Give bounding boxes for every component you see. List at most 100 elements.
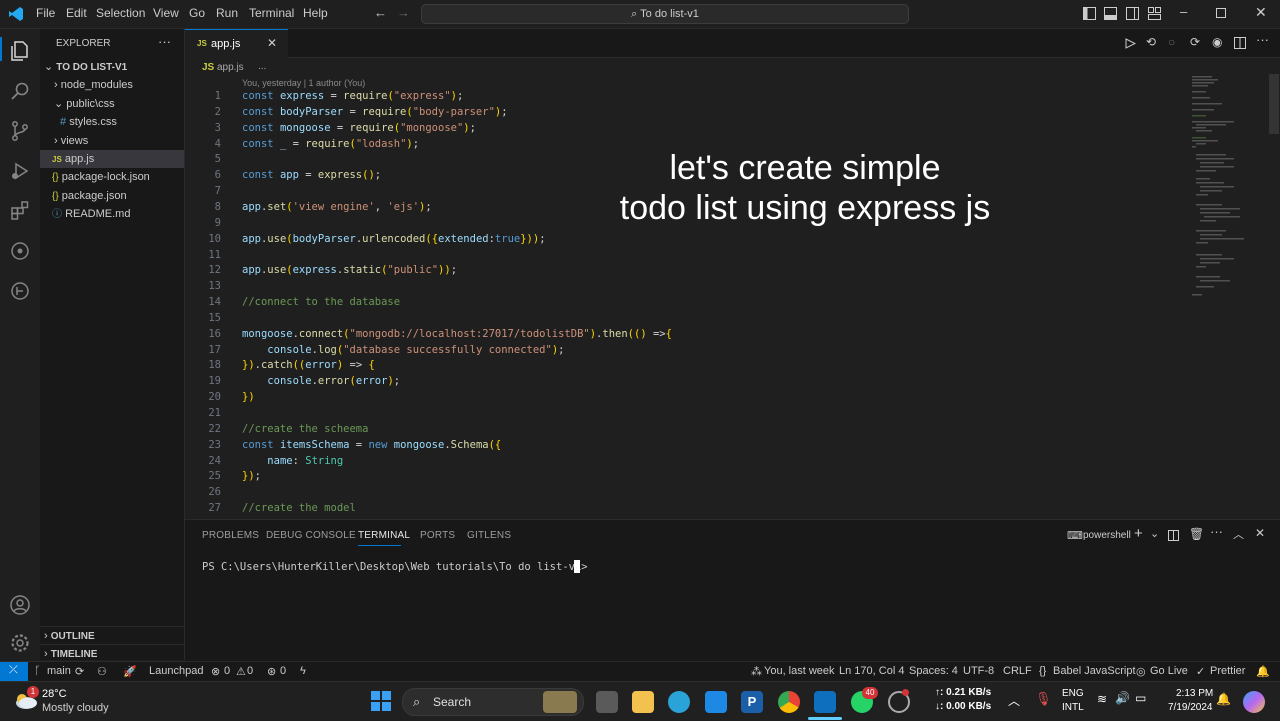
sync-icon[interactable]: ⟳ (75, 665, 84, 678)
menu-terminal[interactable]: Terminal (249, 6, 294, 20)
git-graph-icon[interactable] (8, 279, 32, 303)
menu-selection[interactable]: Selection (96, 6, 145, 20)
wifi-icon[interactable]: ≋ (1097, 692, 1107, 706)
breadcrumb-more[interactable]: ... (258, 61, 266, 72)
code-line[interactable]: }) (242, 391, 255, 403)
taskbar-search-box[interactable]: ⌕ Search (402, 688, 584, 716)
code-line[interactable]: app.use(bodyParser.urlencoded({extended:… (242, 233, 546, 245)
code-editor[interactable]: JS app.js ... You, yesterday | 1 author … (185, 58, 1280, 518)
windows-start-icon[interactable] (371, 691, 391, 711)
indentation[interactable]: Spaces: 4 (909, 665, 958, 677)
code-line[interactable]: app.use(express.static("public")); (242, 264, 457, 276)
code-line[interactable]: const mongoose = require("mongoose"); (242, 122, 476, 134)
tab-app-js[interactable]: JS app.js ✕ (185, 29, 288, 58)
blame[interactable]: You, last week (764, 665, 835, 677)
gitlens-icon[interactable]: ⚇ (97, 665, 107, 678)
outline-section[interactable]: › OUTLINE (40, 626, 184, 645)
vscode-logo-icon[interactable] (8, 6, 24, 22)
code-line[interactable]: const itemsSchema = new mongoose.Schema(… (242, 439, 501, 451)
code-line[interactable]: mongoose.connect("mongodb://localhost:27… (242, 328, 672, 340)
minimap[interactable] (1190, 74, 1260, 304)
explorer-files-icon[interactable] (8, 39, 32, 63)
code-line[interactable]: //create the scheema (242, 423, 368, 435)
close-window-icon[interactable]: ✕ (1255, 4, 1267, 21)
tab-ports[interactable]: PORTS (420, 530, 455, 541)
codelens-blame[interactable]: You, yesterday | 1 author (You) (242, 78, 365, 88)
toggle-secondary-sidebar-icon[interactable] (1126, 7, 1139, 20)
split-editor-icon[interactable] (1234, 37, 1246, 49)
prettier[interactable]: Prettier (1210, 665, 1245, 677)
run-icon[interactable] (1125, 38, 1136, 49)
tab-problems[interactable]: PROBLEMS (202, 530, 259, 541)
tree-item-package-lock[interactable]: {} package-lock.json (40, 168, 184, 186)
go-live-icon[interactable]: ◉ (1212, 35, 1222, 49)
gitlens-icon[interactable] (8, 239, 32, 263)
circle-icon[interactable]: ○ (1168, 35, 1175, 49)
close-panel-icon[interactable]: ✕ (1255, 526, 1265, 540)
menu-run[interactable]: Run (216, 6, 238, 20)
open-changes-icon[interactable]: ⟲ (1146, 35, 1156, 49)
chevron-down-icon[interactable]: ⌄ (1150, 527, 1159, 540)
battery-icon[interactable]: ▭ (1135, 691, 1146, 705)
split-terminal-icon[interactable] (1168, 530, 1179, 541)
copilot-icon[interactable] (1243, 691, 1265, 713)
tree-item-package-json[interactable]: {} package.json (40, 187, 184, 205)
vscode-taskbar-icon[interactable] (814, 691, 836, 713)
task-view-icon[interactable] (596, 691, 618, 713)
close-tab-icon[interactable]: ✕ (267, 36, 277, 50)
volume-icon[interactable]: 🔊 (1115, 691, 1130, 705)
code-line[interactable]: //create the model (242, 502, 356, 514)
code-line[interactable]: }).catch((error) => { (242, 359, 375, 371)
weather-temp[interactable]: 28°C (42, 688, 67, 700)
tree-item-styles-css[interactable]: # styles.css (40, 113, 184, 131)
toggle-panel-icon[interactable] (1104, 7, 1117, 20)
code-line[interactable]: console.log("database successfully conne… (242, 344, 564, 356)
lightning-icon[interactable]: ϟ (300, 665, 306, 677)
warning-count[interactable]: 0 (247, 665, 253, 677)
microphone-icon[interactable]: 🎙 (1035, 691, 1052, 707)
error-count[interactable]: 0 (224, 665, 230, 677)
menu-help[interactable]: Help (303, 6, 328, 20)
explorer-more-icon[interactable]: ··· (158, 34, 171, 49)
tab-debug-console[interactable]: DEBUG CONSOLE (266, 530, 356, 541)
code-line[interactable]: const bodyParser = require("body-parser"… (242, 106, 508, 118)
language-mode[interactable]: Babel JavaScript (1053, 665, 1136, 677)
run-debug-icon[interactable] (8, 159, 32, 183)
code-line[interactable]: name: String (242, 455, 343, 467)
go-live[interactable]: Go Live (1150, 665, 1188, 677)
code-line[interactable]: console.error(error); (242, 375, 400, 387)
remote-indicator[interactable]: ⤫ (0, 662, 28, 682)
code-line[interactable]: app.set('view engine', 'ejs'); (242, 201, 432, 213)
menu-edit[interactable]: Edit (66, 6, 87, 20)
tab-gitlens[interactable]: GITLENS (467, 530, 511, 541)
code-line[interactable]: const express = require("express"); (242, 90, 463, 102)
notification-bell-icon[interactable]: 🔔 (1216, 692, 1231, 706)
file-explorer-icon[interactable] (632, 691, 654, 713)
menu-view[interactable]: View (153, 6, 179, 20)
menu-file[interactable]: File (36, 6, 55, 20)
chevron-up-icon[interactable]: ︿ (1008, 692, 1020, 709)
minimize-icon[interactable]: – (1180, 4, 1187, 19)
search-icon[interactable] (8, 79, 32, 103)
more-actions-icon[interactable]: ··· (1256, 32, 1269, 47)
chrome-icon[interactable] (778, 691, 800, 713)
powershell-app-icon[interactable]: P (741, 691, 763, 713)
accounts-icon[interactable] (8, 593, 32, 617)
extensions-icon[interactable] (8, 199, 32, 223)
ports-count[interactable]: 0 (280, 665, 286, 677)
trash-icon[interactable]: 🗑 (1189, 527, 1204, 541)
code-line[interactable]: //connect to the database (242, 296, 400, 308)
encoding[interactable]: UTF-8 (963, 665, 994, 677)
code-line[interactable]: const app = express(); (242, 169, 381, 181)
tree-item-node-modules[interactable]: › node_modules (40, 76, 184, 94)
shell-name[interactable]: powershell (1083, 530, 1131, 541)
bell-icon[interactable]: 🔔 (1256, 665, 1270, 678)
weather-desc[interactable]: Mostly cloudy (42, 702, 109, 714)
customize-layout-icon[interactable] (1148, 7, 1161, 20)
tab-terminal[interactable]: TERMINAL (358, 530, 410, 541)
edge-browser-icon[interactable] (668, 691, 690, 713)
breadcrumb[interactable]: app.js (217, 62, 244, 73)
launchpad[interactable]: Launchpad (149, 665, 203, 677)
settings-gear-icon[interactable] (8, 631, 32, 655)
project-folder[interactable]: ⌄ TO DO LIST-V1 (40, 58, 184, 76)
